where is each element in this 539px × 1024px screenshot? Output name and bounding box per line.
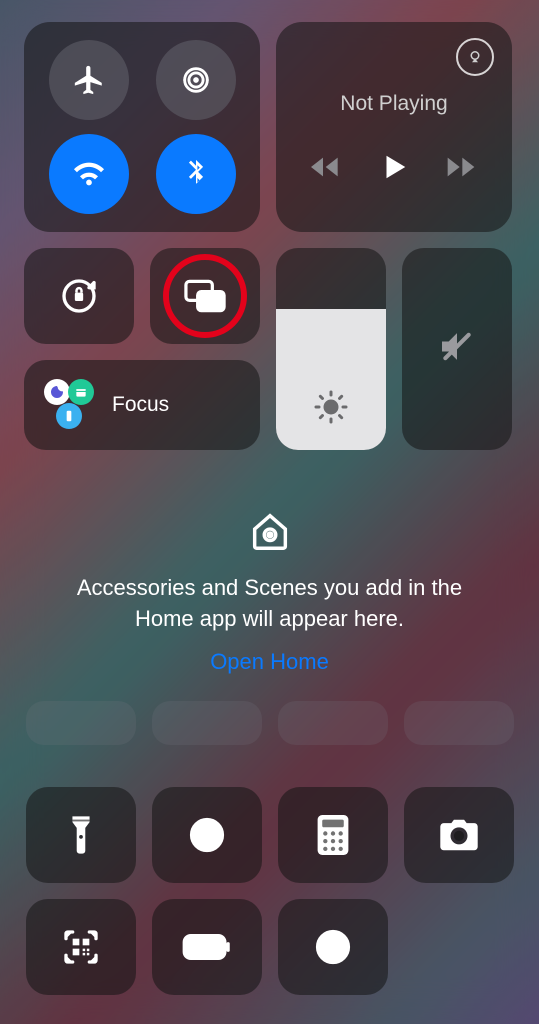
orientation-lock-icon bbox=[59, 276, 99, 316]
bluetooth-icon bbox=[179, 157, 213, 191]
wifi-toggle[interactable] bbox=[49, 134, 129, 214]
media-status-text: Not Playing bbox=[276, 92, 512, 116]
home-placeholder-card bbox=[278, 701, 388, 745]
timer-button[interactable] bbox=[152, 787, 262, 883]
fast-forward-button[interactable] bbox=[445, 155, 477, 179]
focus-icons-cluster bbox=[42, 377, 98, 433]
personal-icon bbox=[56, 403, 82, 429]
calculator-button[interactable] bbox=[278, 787, 388, 883]
brightness-icon bbox=[313, 389, 349, 430]
screen-mirroring-button[interactable] bbox=[150, 248, 260, 344]
home-section: Accessories and Scenes you add in the Ho… bbox=[24, 508, 515, 745]
qr-scanner-button[interactable] bbox=[26, 899, 136, 995]
focus-label: Focus bbox=[112, 393, 169, 417]
volume-muted-icon bbox=[437, 327, 477, 372]
bluetooth-toggle[interactable] bbox=[156, 134, 236, 214]
cellular-data-toggle[interactable] bbox=[156, 40, 236, 120]
record-icon bbox=[313, 927, 353, 967]
shortcuts-grid bbox=[24, 787, 515, 995]
camera-button[interactable] bbox=[404, 787, 514, 883]
timer-icon bbox=[187, 815, 227, 855]
media-tile[interactable]: Not Playing bbox=[276, 22, 512, 232]
airplay-button[interactable] bbox=[456, 38, 494, 76]
orientation-lock-button[interactable] bbox=[24, 248, 134, 344]
sleep-icon bbox=[68, 379, 94, 405]
brightness-slider[interactable] bbox=[276, 248, 386, 450]
do-not-disturb-icon bbox=[44, 379, 70, 405]
home-placeholder-card bbox=[152, 701, 262, 745]
top-row: Not Playing bbox=[24, 22, 515, 232]
open-home-link[interactable]: Open Home bbox=[24, 649, 515, 675]
media-controls bbox=[276, 150, 512, 184]
volume-slider[interactable] bbox=[402, 248, 512, 450]
flashlight-icon bbox=[68, 815, 94, 855]
camera-icon bbox=[438, 818, 480, 852]
qr-icon bbox=[61, 927, 101, 967]
play-button[interactable] bbox=[379, 150, 409, 184]
home-placeholder-row bbox=[24, 701, 515, 745]
airplane-icon bbox=[72, 63, 106, 97]
rewind-button[interactable] bbox=[311, 155, 343, 179]
calculator-icon bbox=[317, 815, 349, 855]
focus-button[interactable]: Focus bbox=[24, 360, 260, 450]
wifi-icon bbox=[72, 157, 106, 191]
home-placeholder-card bbox=[404, 701, 514, 745]
low-power-button[interactable] bbox=[152, 899, 262, 995]
airplane-mode-toggle[interactable] bbox=[49, 40, 129, 120]
cellular-icon bbox=[179, 63, 213, 97]
airplay-icon bbox=[466, 48, 484, 66]
connectivity-tile[interactable] bbox=[24, 22, 260, 232]
screen-mirroring-icon bbox=[183, 278, 227, 314]
flashlight-button[interactable] bbox=[26, 787, 136, 883]
home-placeholder-card bbox=[26, 701, 136, 745]
home-message: Accessories and Scenes you add in the Ho… bbox=[24, 573, 515, 635]
home-icon bbox=[24, 508, 515, 559]
screen-record-button[interactable] bbox=[278, 899, 388, 995]
battery-icon bbox=[182, 934, 232, 960]
middle-row: Focus bbox=[24, 248, 515, 450]
